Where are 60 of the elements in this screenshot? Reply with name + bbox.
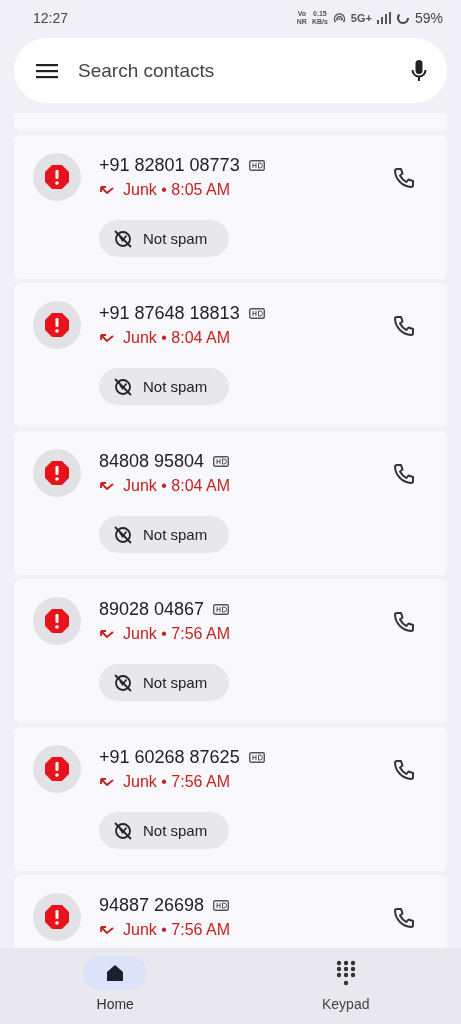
- search-input[interactable]: Search contacts: [76, 58, 393, 83]
- missed-call-icon: [99, 777, 115, 787]
- battery-label: 59%: [414, 10, 443, 26]
- call-card[interactable]: 89028 04867 Junk • 7:56 AM Not spam: [14, 579, 447, 723]
- call-card[interactable]: 94887 26698 Junk • 7:56 AM: [14, 875, 447, 948]
- missed-call-icon: [99, 629, 115, 639]
- phone-icon[interactable]: [392, 166, 416, 190]
- home-icon: [105, 963, 126, 983]
- phone-number: 89028 04867: [99, 599, 205, 620]
- not-spam-button[interactable]: Not spam: [99, 664, 230, 701]
- phone-icon[interactable]: [392, 610, 416, 634]
- missed-call-icon: [99, 185, 115, 195]
- blocked-icon: [113, 820, 133, 841]
- blocked-icon: [113, 524, 133, 545]
- call-status: Junk • 7:56 AM: [123, 773, 230, 791]
- call-card[interactable]: 84808 95804 Junk • 8:04 AM Not spam: [14, 431, 447, 575]
- blocked-icon: [113, 228, 133, 249]
- not-spam-button[interactable]: Not spam: [99, 516, 230, 553]
- keypad-icon: [335, 960, 356, 986]
- missed-call-icon: [99, 481, 115, 491]
- call-card[interactable]: +91 87648 18813 Junk • 8:04 AM Not spam: [14, 283, 447, 427]
- microphone-icon[interactable]: [411, 58, 427, 83]
- call-card[interactable]: +91 82801 08773 Junk • 8:05 AM Not spam: [14, 135, 447, 279]
- phone-number: 84808 95804: [99, 451, 205, 472]
- call-status: Junk • 8:04 AM: [123, 329, 230, 347]
- call-status: Junk • 8:05 AM: [123, 181, 230, 199]
- status-time: 12:27: [33, 10, 69, 26]
- phone-number: +91 60268 87625: [99, 747, 240, 768]
- search-field[interactable]: Search contacts: [14, 38, 447, 103]
- warning-icon: [44, 312, 70, 338]
- warning-icon: [44, 904, 70, 930]
- missed-call-icon: [99, 925, 115, 935]
- menu-icon[interactable]: [36, 62, 58, 79]
- warning-icon: [44, 608, 70, 634]
- nav-tab[interactable]: Keypad: [230, 948, 461, 1024]
- call-status: Junk • 8:04 AM: [123, 477, 230, 495]
- nav-tab[interactable]: Home: [0, 948, 231, 1024]
- phone-number: 94887 26698: [99, 895, 205, 916]
- phone-icon[interactable]: [392, 314, 416, 338]
- battery-icon: [395, 11, 410, 25]
- not-spam-button[interactable]: Not spam: [99, 220, 230, 257]
- phone-number: +91 82801 08773: [99, 155, 240, 176]
- call-card[interactable]: +91 60268 87625 Junk • 7:56 AM Not spam: [14, 727, 447, 871]
- blocked-icon: [113, 672, 133, 693]
- blocked-icon: [113, 376, 133, 397]
- call-status: Junk • 7:56 AM: [123, 921, 230, 939]
- phone-icon[interactable]: [392, 462, 416, 486]
- phone-number: +91 87648 18813: [99, 303, 240, 324]
- not-spam-button[interactable]: Not spam: [99, 812, 230, 849]
- not-spam-button[interactable]: Not spam: [99, 368, 230, 405]
- phone-icon[interactable]: [392, 906, 416, 930]
- hotspot-icon: [332, 12, 346, 24]
- call-status: Junk • 7:56 AM: [123, 625, 230, 643]
- warning-icon: [44, 756, 70, 782]
- network-label: 5G+: [350, 12, 372, 24]
- phone-icon[interactable]: [392, 758, 416, 782]
- missed-call-icon: [99, 333, 115, 343]
- warning-icon: [44, 164, 70, 190]
- warning-icon: [44, 460, 70, 486]
- signal-icon: [376, 12, 391, 24]
